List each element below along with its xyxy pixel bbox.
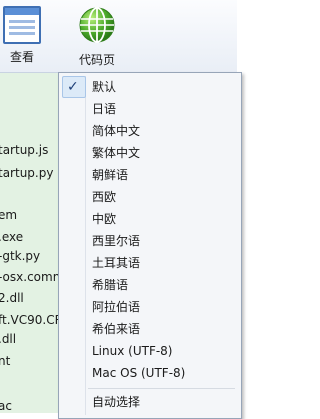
menu-item-label: 希腊语 (92, 278, 129, 292)
menu-item-central-european[interactable]: 中欧 (61, 208, 238, 230)
menu-separator (88, 388, 235, 389)
menu-item-arabic[interactable]: 阿拉伯语 (61, 296, 238, 318)
view-button-label: 查看 (9, 50, 34, 64)
menu-item-auto-select[interactable]: 自动选择 (61, 391, 238, 413)
menu-item-label: 默认 (92, 80, 117, 94)
menu-item-greek[interactable]: 希腊语 (61, 274, 238, 296)
menu-item-label: 西里尔语 (92, 234, 141, 248)
file-item[interactable]: em (0, 208, 17, 222)
menu-item-label: 西欧 (92, 190, 117, 204)
file-item[interactable]: 2.dll (0, 291, 24, 305)
window-view-icon (3, 6, 41, 44)
menu-item-label: 朝鲜语 (92, 168, 129, 182)
menu-item-japanese[interactable]: 日语 (61, 98, 238, 120)
file-list-pane: tartup.js tartup.py em .exe -gtk.py -osx… (0, 73, 58, 413)
menu-item-label: 土耳其语 (92, 256, 141, 270)
file-item[interactable]: nt (0, 354, 10, 368)
file-item[interactable]: ac (0, 399, 12, 413)
file-item[interactable]: .dll (0, 332, 16, 346)
file-item[interactable]: tartup.py (0, 166, 53, 180)
menu-item-label: 阿拉伯语 (92, 300, 141, 314)
menu-item-label: 自动选择 (92, 395, 141, 409)
file-item[interactable]: tartup.js (0, 143, 48, 157)
file-item[interactable]: .exe (0, 230, 23, 244)
file-item[interactable]: -gtk.py (0, 249, 40, 263)
menu-item-label: 简体中文 (92, 124, 141, 138)
menu-item-macos-utf8[interactable]: Mac OS (UTF-8) (61, 362, 238, 384)
menu-item-label: 日语 (92, 102, 117, 116)
menu-item-label: 中欧 (92, 212, 117, 226)
menu-item-simplified-chinese[interactable]: 简体中文 (61, 120, 238, 142)
menu-item-label: Mac OS (UTF-8) (92, 366, 186, 380)
menu-item-label: 希伯来语 (92, 322, 141, 336)
file-item[interactable]: ft.VC90.CR (0, 313, 58, 327)
menu-item-label: Linux (UTF-8) (92, 344, 173, 358)
globe-icon (79, 7, 115, 43)
menu-item-korean[interactable]: 朝鲜语 (61, 164, 238, 186)
codepage-button-label: 代码页 (78, 53, 115, 67)
checkmark-icon: ✓ (67, 79, 79, 95)
menu-item-cyrillic[interactable]: 西里尔语 (61, 230, 238, 252)
codepage-menu: ✓ 默认 日语 简体中文 繁体中文 朝鲜语 西欧 中欧 西里尔语 土耳其语 希腊… (58, 72, 242, 419)
menu-item-turkish[interactable]: 土耳其语 (61, 252, 238, 274)
menu-item-traditional-chinese[interactable]: 繁体中文 (61, 142, 238, 164)
codepage-button[interactable]: 代码页 (72, 6, 122, 68)
menu-item-linux-utf8[interactable]: Linux (UTF-8) (61, 340, 238, 362)
menu-item-label: 繁体中文 (92, 146, 141, 160)
menu-item-default[interactable]: ✓ 默认 (61, 76, 238, 98)
view-button[interactable]: 查看 (0, 6, 44, 65)
menu-item-western-european[interactable]: 西欧 (61, 186, 238, 208)
file-item[interactable]: -osx.comm (0, 270, 58, 284)
toolbar: 查看 代码页 (0, 0, 237, 73)
menu-item-hebrew[interactable]: 希伯来语 (61, 318, 238, 340)
